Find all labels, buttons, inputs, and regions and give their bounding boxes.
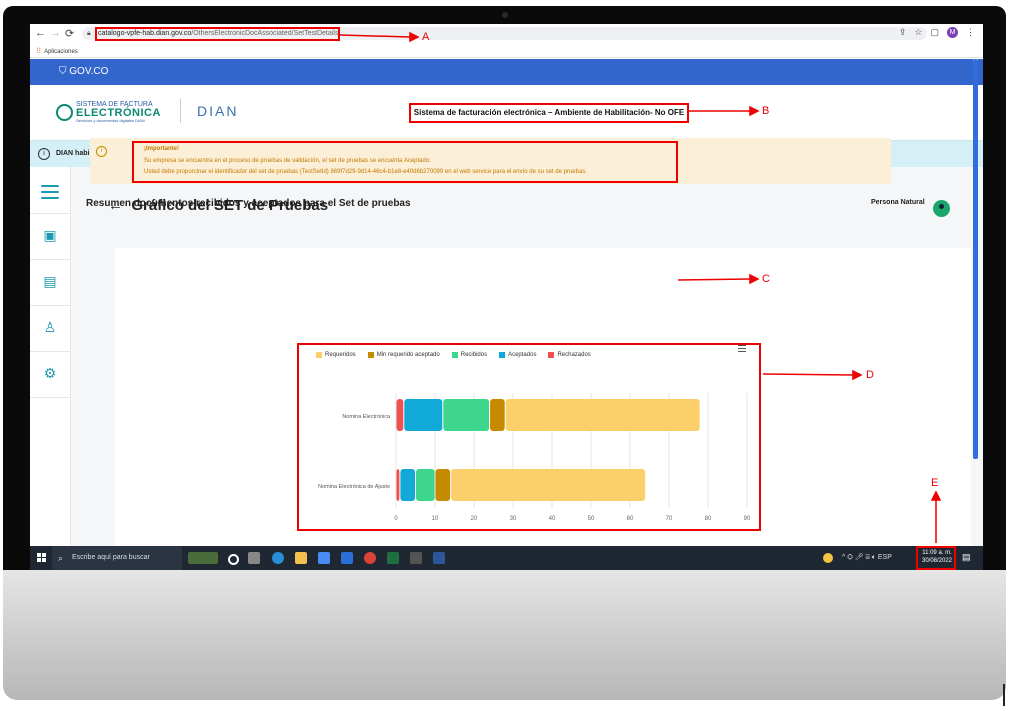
arrowhead-a (409, 31, 420, 43)
callout-label-a: A (422, 31, 430, 43)
arrowhead-d (852, 369, 863, 381)
callout-label-b: B (762, 105, 770, 117)
callout-label-c: C (762, 273, 770, 285)
callout-arrows (339, 31, 942, 543)
callout-label-e: E (931, 477, 939, 489)
arrow-d (762, 373, 854, 376)
arrowhead-e (930, 490, 942, 501)
arrowhead-b (749, 105, 760, 117)
arrowhead-c (749, 273, 760, 285)
arrow-a (339, 34, 411, 38)
arrow-c (677, 278, 751, 281)
callout-label-d: D (866, 369, 874, 381)
monitor-frame: ← → ⟳ 🔒︎ catalogo-vpfe-hab.dian.gov.co/O… (0, 0, 1009, 711)
